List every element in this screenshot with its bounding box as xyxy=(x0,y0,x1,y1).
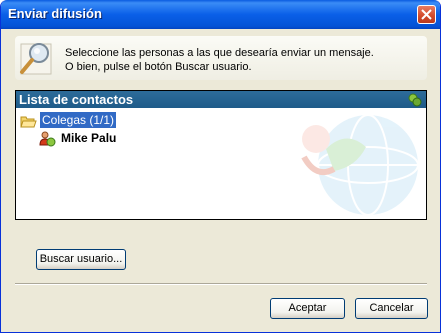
close-button[interactable] xyxy=(417,5,436,24)
contact-item-mike-palu[interactable]: Mike Palu xyxy=(61,131,116,145)
contact-group-colegas[interactable]: Colegas (1/1) xyxy=(40,112,117,128)
title-bar[interactable]: Enviar difusión xyxy=(1,0,440,29)
cancel-button[interactable]: Cancelar xyxy=(355,298,428,319)
window-title: Enviar difusión xyxy=(8,6,102,21)
online-status-icon xyxy=(408,93,422,107)
contact-list-title: Lista de contactos xyxy=(19,92,134,107)
open-folder-icon xyxy=(20,116,37,128)
divider xyxy=(15,283,427,285)
dialog-window: Enviar difusión Seleccione las personas … xyxy=(0,0,441,333)
instruction-line-1: Seleccione las personas a las que desear… xyxy=(65,47,374,59)
instructions-panel: Seleccione las personas a las que desear… xyxy=(15,36,427,80)
contact-list[interactable]: Lista de contactos Colegas (1/1) Mike Pa… xyxy=(15,90,427,220)
ok-button[interactable]: Aceptar xyxy=(270,298,345,319)
globe-watermark-icon xyxy=(301,114,419,216)
search-user-button[interactable]: Buscar usuario... xyxy=(36,249,126,270)
magnifier-icon xyxy=(20,43,52,75)
instruction-line-2: O bien, pulse el botón Buscar usuario. xyxy=(65,61,252,73)
close-icon xyxy=(421,9,432,20)
user-online-icon xyxy=(39,131,56,147)
contact-list-header: Lista de contactos xyxy=(16,91,426,108)
